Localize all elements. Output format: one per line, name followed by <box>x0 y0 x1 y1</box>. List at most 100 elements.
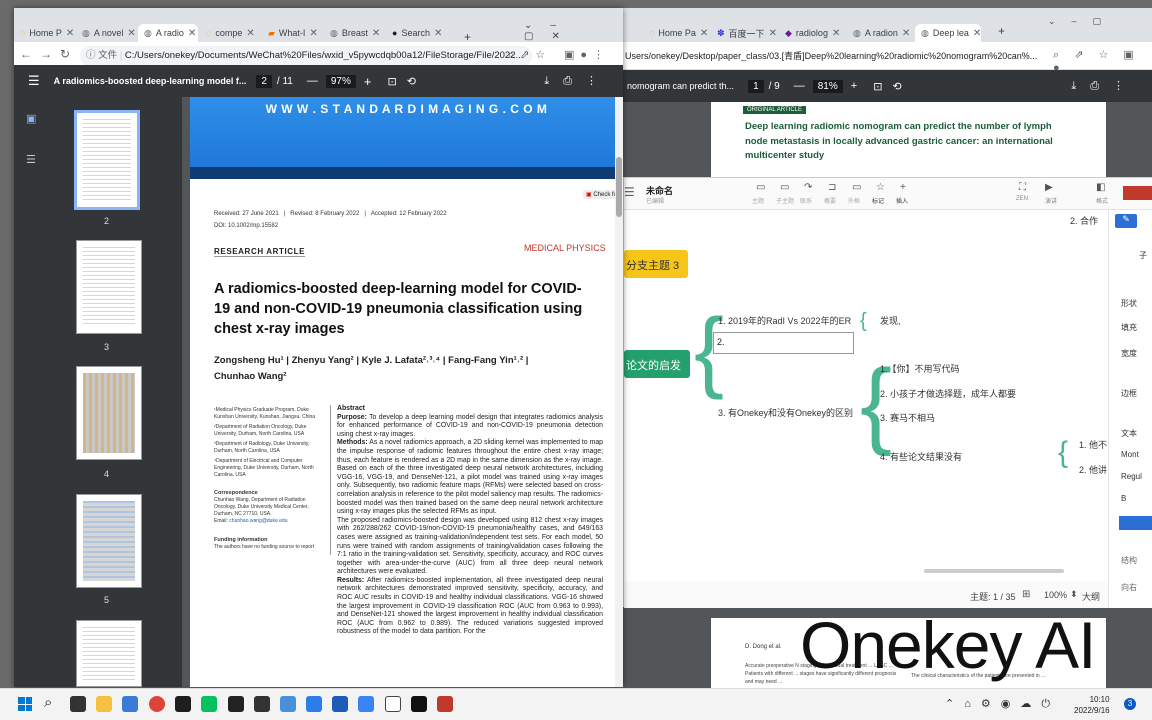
paint-icon[interactable]: ✎ <box>1115 214 1137 228</box>
thumb-page-2[interactable] <box>74 110 140 210</box>
left_browser-tab-4[interactable]: ◌ compe ✕ <box>200 24 260 42</box>
status-outline[interactable]: 大纲 <box>1082 590 1100 603</box>
close-icon[interactable]: ✕ <box>309 28 317 39</box>
thumb-page-6[interactable] <box>76 620 142 687</box>
node-branch-3[interactable]: 分支主题 3 <box>624 250 688 278</box>
thumb-page-4[interactable] <box>76 366 142 460</box>
right-address-bar[interactable]: Users/onekey/Desktop/paper_class/03.[青盾]… <box>625 47 1045 65</box>
thumb-page-3[interactable] <box>76 240 142 334</box>
zen-icon[interactable]: ⛶ <box>1019 182 1026 193</box>
node-sub-2[interactable]: 2. 小孩子才做选择题，成年人都要 <box>880 387 1016 400</box>
vertical-scrollbar[interactable] <box>615 97 623 687</box>
tool-icon-3[interactable]: ↷ <box>804 182 812 193</box>
close-icon[interactable]: ✕ <box>66 28 74 39</box>
left-fit-icon[interactable]: ⊡ <box>387 75 396 88</box>
panel-label-4[interactable]: 宽度 <box>1121 348 1137 359</box>
wechat-icon[interactable] <box>201 696 217 712</box>
status-zoom[interactable]: 100% <box>1044 590 1067 600</box>
node-item-1[interactable]: 1. 2019年的RadI Vs 2022年的ER <box>718 314 851 327</box>
close-icon[interactable]: ✕ <box>434 28 442 39</box>
address-actions[interactable]: ⌕⇗☆ <box>508 48 551 62</box>
node-top-right[interactable]: 2. 合作 <box>1070 214 1098 227</box>
right-zoom-out-button[interactable]: — <box>794 80 805 92</box>
zoom-stepper-icon[interactable]: ⬍ <box>1070 589 1078 600</box>
close-icon[interactable]: ✕ <box>832 28 840 39</box>
app-icon-2[interactable] <box>254 696 270 712</box>
start-icon[interactable] <box>18 697 32 711</box>
panel-label-3[interactable]: 填充 <box>1121 322 1137 333</box>
app-icon-4[interactable] <box>306 696 322 712</box>
right-fit-icon[interactable]: ⊡ <box>873 80 882 93</box>
app-icon-3[interactable] <box>280 696 296 712</box>
tool-icon-5[interactable]: ▭ <box>852 182 861 193</box>
info-icon[interactable]: ⓘ <box>86 50 96 61</box>
app-icon-7[interactable] <box>411 696 427 712</box>
format-icon[interactable]: ◧ <box>1096 182 1105 193</box>
close-icon[interactable]: ✕ <box>902 28 910 39</box>
node-far-1[interactable]: 1. 他不 <box>1079 438 1107 451</box>
right_browser-tab-3[interactable]: ◆ radiolog ✕ <box>779 24 845 42</box>
mindmap-action-button[interactable] <box>1123 186 1152 200</box>
right_browser-tab-1[interactable]: ◌ Home Pa ✕ <box>643 24 709 42</box>
panel-label-8[interactable]: Regul <box>1121 472 1142 481</box>
node-far-2[interactable]: 2. 他讲 <box>1079 463 1107 476</box>
right_browser-tab-4[interactable]: ◍ A radion ✕ <box>847 24 913 42</box>
outline-icon[interactable]: ☰ <box>26 153 36 166</box>
node-main[interactable]: 论文的启发 <box>624 350 690 378</box>
close-icon[interactable]: ✕ <box>973 28 981 39</box>
left-address-bar[interactable]: ⓘ 文件 | C:/Users/onekey/Documents/WeChat%… <box>80 46 532 66</box>
left_browser-tab-1[interactable]: ◌ Home P ✕ <box>14 24 74 42</box>
panel-label-11[interactable]: 向右 <box>1121 582 1137 593</box>
right-rotate-icon[interactable]: ⟲ <box>892 80 901 93</box>
right_browser-tab-5[interactable]: ◍ Deep lea ✕ <box>915 24 981 42</box>
left_browser-tab-5[interactable]: ▰ What-I ✕ <box>262 24 322 42</box>
right-window-controls[interactable]: ⌄–▢ <box>1048 16 1117 27</box>
right_browser-tab-2[interactable]: ✽ 百度一下 ✕ <box>711 24 777 42</box>
left-zoom-out-button[interactable]: — <box>307 75 318 87</box>
profile-menu-icons[interactable]: ▣●⋮ <box>564 48 610 61</box>
node-item-3[interactable]: 3. 有Onekey和没有Onekey的区别 <box>718 406 853 419</box>
node-sub-found[interactable]: 发现, <box>880 314 901 327</box>
left_browser-tab-6[interactable]: ◍ Breast ✕ <box>324 24 384 42</box>
app-icon-1[interactable] <box>228 696 244 712</box>
right-new-tab-button[interactable]: + <box>998 24 1005 38</box>
left_browser-tab-3[interactable]: ◍ A radio ✕ <box>138 24 198 42</box>
vscode-icon[interactable] <box>122 696 138 712</box>
left_browser-tab-7[interactable]: ● Search ✕ <box>386 24 446 42</box>
chrome-icon[interactable] <box>149 696 165 712</box>
tool-icon-7[interactable]: + <box>900 182 906 193</box>
align-button[interactable] <box>1119 516 1152 530</box>
mindmap-menu-icon[interactable]: ☰ <box>624 185 635 199</box>
thumb-page-5[interactable] <box>76 494 142 588</box>
clock-date[interactable]: 2022/9/16 <box>1074 705 1110 716</box>
panel-label-9[interactable]: B <box>1121 494 1126 503</box>
right-zoom-input[interactable]: 81% <box>812 79 843 93</box>
search-icon[interactable]: ⌕ <box>44 694 52 711</box>
email-link[interactable]: chunhao.wang@duke.edu <box>229 518 287 524</box>
panel-label-1[interactable]: 子 <box>1139 250 1147 261</box>
left-rotate-icon[interactable]: ⟲ <box>407 75 416 88</box>
horizontal-scrollbar[interactable] <box>924 569 1064 573</box>
node-sub-4[interactable]: 4. 有些论文结果没有 <box>880 450 962 463</box>
node-sub-1[interactable]: 1.【你】不用写代码 <box>880 362 960 375</box>
clock-time[interactable]: 10:10 <box>1074 694 1110 705</box>
panel-label-5[interactable]: 边框 <box>1121 388 1137 399</box>
tool-icon-1[interactable]: ▭ <box>756 182 765 193</box>
tool-icon-2[interactable]: ▭ <box>780 182 789 193</box>
tool-icon-6[interactable]: ☆ <box>876 182 885 193</box>
left-page-input[interactable]: 2 <box>256 74 272 88</box>
typora-icon[interactable] <box>385 696 401 712</box>
panel-label-10[interactable]: 结构 <box>1121 555 1137 566</box>
left_browser-tab-2[interactable]: ◍ A novel ✕ <box>76 24 136 42</box>
close-icon[interactable]: ✕ <box>127 28 135 39</box>
terminal-icon[interactable] <box>175 696 191 712</box>
explorer-icon[interactable] <box>96 696 112 712</box>
right-page-input[interactable]: 1 <box>748 79 764 93</box>
present-icon[interactable]: ▶ <box>1045 182 1053 193</box>
node-item-2-editing[interactable]: 2. <box>713 332 854 354</box>
close-icon[interactable]: ✕ <box>372 28 380 39</box>
close-icon[interactable]: ✕ <box>769 28 777 39</box>
node-sub-3[interactable]: 3. 赛马不相马 <box>880 411 935 424</box>
close-icon[interactable]: ✕ <box>188 28 196 39</box>
tray-icons[interactable]: ⌃⌂⚙◉☁⏻ <box>945 697 1060 711</box>
